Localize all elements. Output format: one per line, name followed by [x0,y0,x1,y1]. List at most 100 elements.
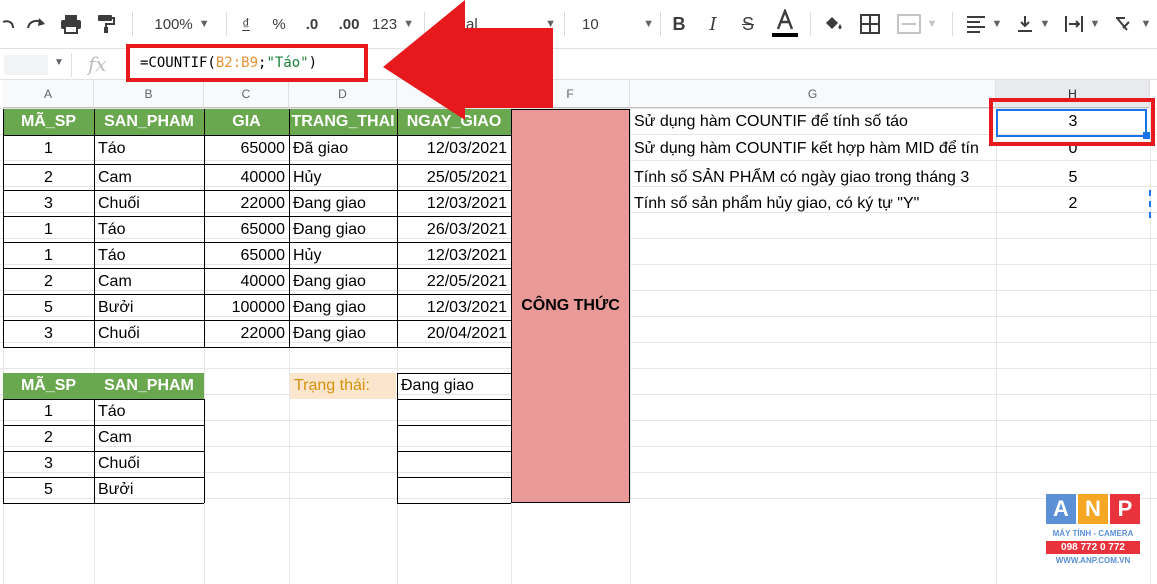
table-cell[interactable]: Đang giao [289,295,397,321]
annotation-highlight-box [989,98,1155,146]
table-cell[interactable]: Táo [94,243,204,269]
table-cell[interactable]: Đã giao [289,136,397,162]
decrease-decimal-button[interactable]: .0 [300,8,324,40]
table-cell[interactable]: 40000 [204,269,289,295]
merge-cells-icon[interactable]: ▼ [892,8,942,40]
table-cell[interactable]: Bưởi [94,295,204,321]
table-cell[interactable]: Chuối [94,191,204,217]
table-cell[interactable]: Táo [94,217,204,243]
font-size-value: 10 [582,15,599,33]
table-cell[interactable]: 20/04/2021 [397,321,511,347]
column-header-d[interactable]: D [289,80,397,108]
increase-decimal-button[interactable]: .00 [334,8,364,40]
question-result[interactable]: 2 [996,191,1150,217]
italic-icon[interactable]: I [702,8,724,40]
table-cell[interactable]: 12/03/2021 [397,243,511,269]
lookup-cell[interactable]: Chuối [94,451,204,477]
lookup-cell[interactable]: 5 [3,477,94,503]
percent-format-button[interactable]: % [268,8,290,40]
lookup-cell[interactable]: 2 [3,425,94,451]
question-result[interactable]: 5 [996,165,1150,191]
table-cell[interactable]: Đang giao [289,321,397,347]
table-border [3,320,511,321]
vertical-align-icon[interactable]: ▼ [1012,8,1054,40]
lookup-cell[interactable]: 1 [3,399,94,425]
table-cell[interactable]: 65000 [204,136,289,162]
lookup-header-cell: SAN_PHAM [94,373,204,399]
table-cell[interactable]: 12/03/2021 [397,295,511,321]
table-border [204,109,205,347]
table-border [3,164,511,165]
column-header-b[interactable]: B [94,80,204,108]
table-cell[interactable]: 65000 [204,243,289,269]
logo-letter: A [1046,494,1076,524]
question-text[interactable]: Sử dụng hàm COUNTIF để tính số táo [630,109,996,135]
table-cell[interactable]: Hủy [289,243,397,269]
table-cell[interactable]: 1 [3,136,94,162]
paint-format-icon[interactable] [94,8,118,40]
table-border [3,216,511,217]
table-cell[interactable]: 26/03/2021 [397,217,511,243]
table-cell[interactable]: 2 [3,165,94,191]
fill-color-icon[interactable] [820,8,846,40]
question-text[interactable]: Tính số SẢN PHẨM có ngày giao trong thán… [630,165,996,191]
fx-icon: fx [88,52,107,76]
table-cell[interactable]: 12/03/2021 [397,191,511,217]
chevron-down-icon: ▼ [1140,18,1152,30]
question-text[interactable]: Sử dụng hàm COUNTIF kết hợp hàm MID để t… [630,136,996,162]
lookup-cell[interactable]: Bưởi [94,477,204,503]
redo-icon[interactable] [24,8,50,40]
formula-column-label: CÔNG THỨC [511,109,630,503]
lookup-cell[interactable]: 3 [3,451,94,477]
currency-format-button[interactable]: ₫ [236,8,256,40]
table-cell[interactable]: Chuối [94,321,204,347]
table-cell[interactable]: Cam [94,165,204,191]
question-text[interactable]: Tính số sản phẩm hủy giao, có ký tự "Y" [630,191,996,217]
table-cell[interactable]: 65000 [204,217,289,243]
table-cell[interactable]: Đang giao [289,217,397,243]
table-cell[interactable]: 22/05/2021 [397,269,511,295]
print-icon[interactable] [58,8,84,40]
status-filter-value[interactable]: Đang giao [397,373,511,399]
table-border [3,451,204,452]
formula-input[interactable]: =COUNTIF(B2:B9;"Táo") [126,44,368,82]
font-size-select[interactable]: 10 ▼ [574,8,654,40]
undo-icon[interactable] [0,8,16,40]
table-cell[interactable]: 2 [3,269,94,295]
table-cell[interactable]: Táo [94,136,204,162]
table-border [397,425,511,426]
table-cell[interactable]: 22000 [204,191,289,217]
column-header-g[interactable]: G [630,80,996,108]
table-cell[interactable]: 1 [3,217,94,243]
table-cell[interactable]: 12/03/2021 [397,136,511,162]
table-cell[interactable]: 3 [3,321,94,347]
table-cell[interactable]: 22000 [204,321,289,347]
lookup-cell[interactable]: Cam [94,425,204,451]
formula-criteria: "Táo" [266,55,309,71]
table-cell[interactable]: 1 [3,243,94,269]
text-wrapping-icon[interactable]: ▼ [1060,8,1104,40]
logo-tagline: MÁY TÍNH - CAMERA [1052,529,1134,538]
table-cell[interactable]: 3 [3,191,94,217]
bold-icon[interactable]: B [668,8,690,40]
text-rotation-icon[interactable]: ▼ [1108,8,1156,40]
table-cell[interactable]: 5 [3,295,94,321]
lookup-cell[interactable]: Táo [94,399,204,425]
table-cell[interactable]: Đang giao [289,191,397,217]
horizontal-align-icon[interactable]: ▼ [962,8,1006,40]
table-cell[interactable]: 40000 [204,165,289,191]
column-header-a[interactable]: A [3,80,94,108]
table-cell[interactable]: 100000 [204,295,289,321]
zoom-select[interactable]: 100% ▼ [146,8,218,40]
name-box[interactable]: ▼ [0,53,72,77]
borders-icon[interactable] [858,8,882,40]
text-color-icon[interactable] [770,8,800,40]
chevron-down-icon[interactable]: ▼ [54,57,64,68]
table-cell[interactable]: 25/05/2021 [397,165,511,191]
strikethrough-icon[interactable]: S [736,8,760,40]
table-cell[interactable]: Đang giao [289,269,397,295]
table-cell[interactable]: Hủy [289,165,397,191]
column-header-c[interactable]: C [204,80,289,108]
table-cell[interactable]: Cam [94,269,204,295]
name-box-field[interactable] [4,55,48,75]
